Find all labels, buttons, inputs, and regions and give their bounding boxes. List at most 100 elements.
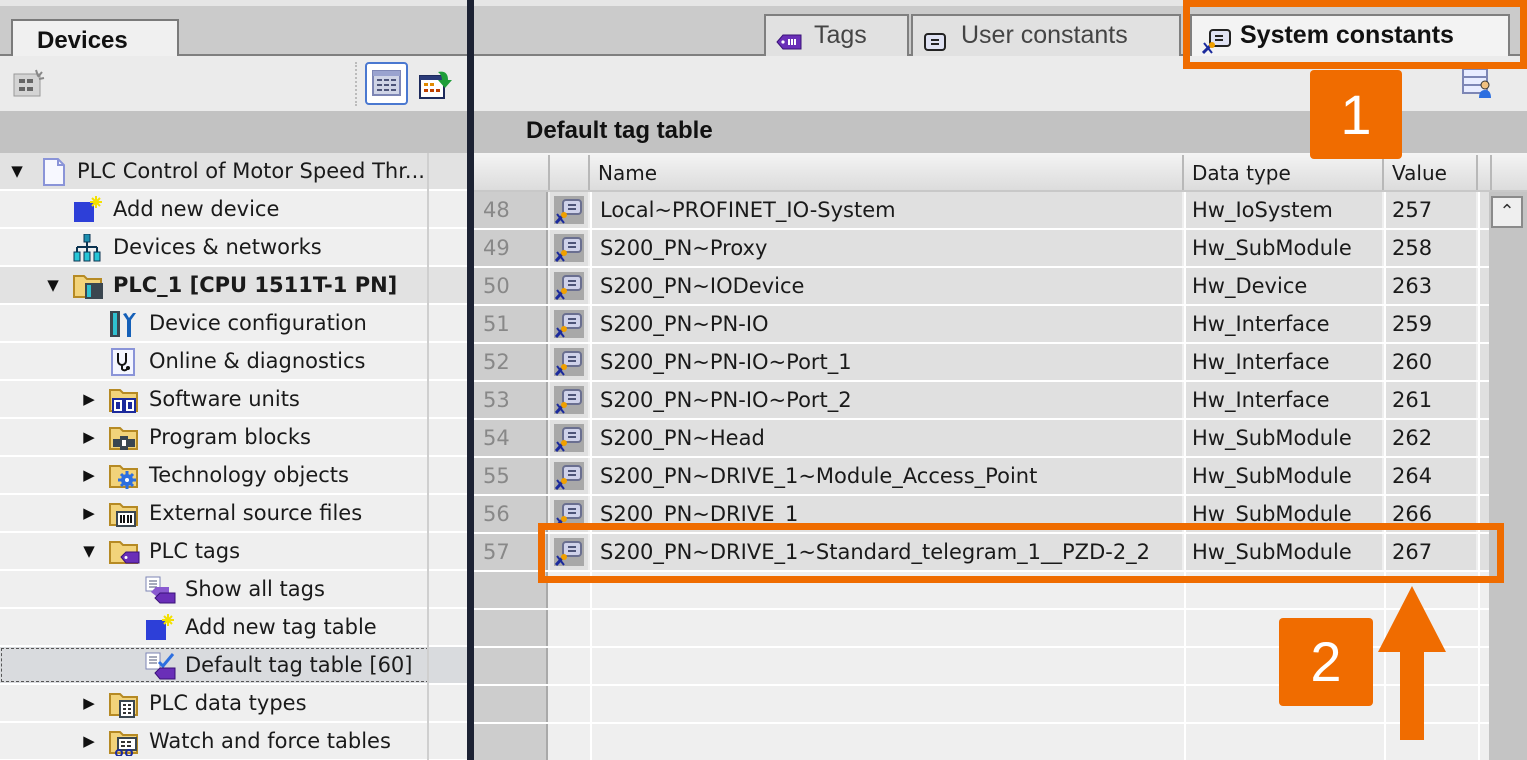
- tree-item-plc-tags[interactable]: ▼ PLC tags: [0, 533, 467, 571]
- cell-name[interactable]: S200_PN~DRIVE_1~Module_Access_Point: [590, 458, 1182, 494]
- tree-item-watch-force-tables[interactable]: ▶ Watch and force tables: [0, 723, 467, 760]
- row-number[interactable]: 50: [474, 268, 548, 304]
- tree-item-default-tag-table[interactable]: Default tag table [60]: [0, 647, 467, 685]
- cell-name[interactable]: S200_PN~PN-IO: [590, 306, 1182, 342]
- cell-value[interactable]: 259: [1384, 306, 1476, 342]
- tree-item-plc-1[interactable]: ▼ PLC_1 [CPU 1511T-1 PN]: [0, 267, 467, 305]
- table-row[interactable]: 51 S200_PN~PN-IO Hw_Interface 259: [474, 306, 1527, 344]
- plc-folder-icon: [73, 272, 103, 300]
- table-row[interactable]: 55 S200_PN~DRIVE_1~Module_Access_Point Hw_…: [474, 458, 1527, 496]
- cell-name[interactable]: [590, 724, 1182, 760]
- cell-data-type[interactable]: Hw_Interface: [1184, 344, 1382, 380]
- tree-item-software-units[interactable]: ▶ Software units: [0, 381, 467, 419]
- tree-item-plc-data-types[interactable]: ▶ PLC data types: [0, 685, 467, 723]
- cell-value[interactable]: 263: [1384, 268, 1476, 304]
- cell-data-type[interactable]: [1184, 724, 1382, 760]
- cell-value[interactable]: 258: [1384, 230, 1476, 266]
- row-number[interactable]: [474, 724, 548, 760]
- row-number[interactable]: 56: [474, 496, 548, 532]
- cell-name[interactable]: S200_PN~Head: [590, 420, 1182, 456]
- expand-right-icon[interactable]: ▶: [80, 723, 98, 759]
- row-number[interactable]: [474, 648, 548, 684]
- row-number[interactable]: 53: [474, 382, 548, 418]
- cell-data-type[interactable]: Hw_SubModule: [1184, 230, 1382, 266]
- cell-data-type[interactable]: Hw_SubModule: [1184, 420, 1382, 456]
- vertical-scrollbar[interactable]: ⌃: [1489, 192, 1527, 760]
- row-number[interactable]: 54: [474, 420, 548, 456]
- header-data-type[interactable]: Data type: [1184, 155, 1384, 190]
- cell-data-type[interactable]: Hw_Device: [1184, 268, 1382, 304]
- tree-item-show-all-tags[interactable]: Show all tags: [0, 571, 467, 609]
- row-number[interactable]: 51: [474, 306, 548, 342]
- table-row[interactable]: 49 S200_PN~Proxy Hw_SubModule 258: [474, 230, 1527, 268]
- expand-down-icon[interactable]: ▼: [44, 267, 62, 303]
- scroll-up-button[interactable]: ⌃: [1491, 196, 1523, 228]
- cell-value[interactable]: 262: [1384, 420, 1476, 456]
- tab-tags[interactable]: Tags: [764, 14, 909, 56]
- system-constant-icon: [554, 234, 584, 262]
- cell-value[interactable]: 261: [1384, 382, 1476, 418]
- tree-item-technology-objects[interactable]: ▶ Technology objects: [0, 457, 467, 495]
- cell-name[interactable]: [590, 648, 1182, 684]
- cell-name[interactable]: S200_PN~PN-IO~Port_1: [590, 344, 1182, 380]
- table-row[interactable]: 54 S200_PN~Head Hw_SubModule 262: [474, 420, 1527, 458]
- row-number[interactable]: 57: [474, 534, 548, 570]
- header-value[interactable]: Value: [1384, 155, 1478, 190]
- cell-data-type[interactable]: Hw_Interface: [1184, 306, 1382, 342]
- expand-right-icon[interactable]: ▶: [80, 419, 98, 455]
- tree-item-add-new-device[interactable]: Add new device: [0, 191, 467, 229]
- expand-right-icon[interactable]: ▶: [80, 381, 98, 417]
- tree-column-separator: [427, 457, 429, 495]
- device-config-icon: [109, 310, 137, 338]
- tree-item-project[interactable]: ▼ PLC Control of Motor Speed Thr...: [0, 153, 467, 191]
- export-table-icon[interactable]: [418, 66, 454, 102]
- expand-down-icon[interactable]: ▼: [8, 153, 26, 189]
- expand-right-icon[interactable]: ▶: [80, 495, 98, 531]
- cell-name[interactable]: S200_PN~IODevice: [590, 268, 1182, 304]
- cell-value[interactable]: 260: [1384, 344, 1476, 380]
- row-number[interactable]: [474, 686, 548, 722]
- tree-item-online-diagnostics[interactable]: Online & diagnostics: [0, 343, 467, 381]
- header-name[interactable]: Name: [590, 155, 1184, 190]
- cell-value[interactable]: 257: [1384, 192, 1476, 228]
- tab-user-constants[interactable]: User constants: [911, 14, 1181, 56]
- tree-column-separator: [427, 419, 429, 457]
- tree-item-program-blocks[interactable]: ▶ Program blocks: [0, 419, 467, 457]
- table-row[interactable]: 52 S200_PN~PN-IO~Port_1 Hw_Interface 260: [474, 344, 1527, 382]
- network-config-icon[interactable]: [12, 68, 46, 98]
- expand-right-icon[interactable]: ▶: [80, 457, 98, 493]
- row-number[interactable]: 48: [474, 192, 548, 228]
- cell-data-type[interactable]: Hw_IoSystem: [1184, 192, 1382, 228]
- cell-data-type[interactable]: Hw_Interface: [1184, 382, 1382, 418]
- expand-down-icon[interactable]: ▼: [80, 533, 98, 569]
- table-row-empty[interactable]: [474, 724, 1527, 760]
- row-icon-cell: [550, 268, 588, 304]
- table-row[interactable]: 50 S200_PN~IODevice Hw_Device 263: [474, 268, 1527, 306]
- tree-item-devices-networks[interactable]: Devices & networks: [0, 229, 467, 267]
- pane-splitter[interactable]: [467, 0, 474, 760]
- cell-value[interactable]: 264: [1384, 458, 1476, 494]
- cell-data-type[interactable]: Hw_SubModule: [1184, 458, 1382, 494]
- expand-right-icon[interactable]: ▶: [80, 685, 98, 721]
- cell-name[interactable]: S200_PN~Proxy: [590, 230, 1182, 266]
- row-number[interactable]: 49: [474, 230, 548, 266]
- details-view-icon[interactable]: [365, 62, 408, 105]
- cell-name[interactable]: S200_PN~PN-IO~Port_2: [590, 382, 1182, 418]
- table-row[interactable]: 53 S200_PN~PN-IO~Port_2 Hw_Interface 261: [474, 382, 1527, 420]
- user-table-icon[interactable]: [1462, 68, 1492, 98]
- row-number[interactable]: [474, 572, 548, 608]
- header-more[interactable]: [1478, 155, 1492, 190]
- tree-column-separator: [427, 685, 429, 723]
- tree-column-separator: [427, 267, 429, 305]
- tree-item-device-configuration[interactable]: Device configuration: [0, 305, 467, 343]
- cell-name[interactable]: Local~PROFINET_IO-System: [590, 192, 1182, 228]
- cell-name[interactable]: [590, 610, 1182, 646]
- row-number[interactable]: [474, 610, 548, 646]
- row-number[interactable]: 52: [474, 344, 548, 380]
- cell-name[interactable]: [590, 686, 1182, 722]
- table-row[interactable]: 48 Local~PROFINET_IO-System Hw_IoSystem 257: [474, 192, 1527, 230]
- project-tree-panel: Devices ▼ PLC Control of Motor Speed Thr…: [0, 0, 467, 760]
- tree-item-external-source-files[interactable]: ▶ External source files: [0, 495, 467, 533]
- tree-item-add-new-tag-table[interactable]: Add new tag table: [0, 609, 467, 647]
- row-number[interactable]: 55: [474, 458, 548, 494]
